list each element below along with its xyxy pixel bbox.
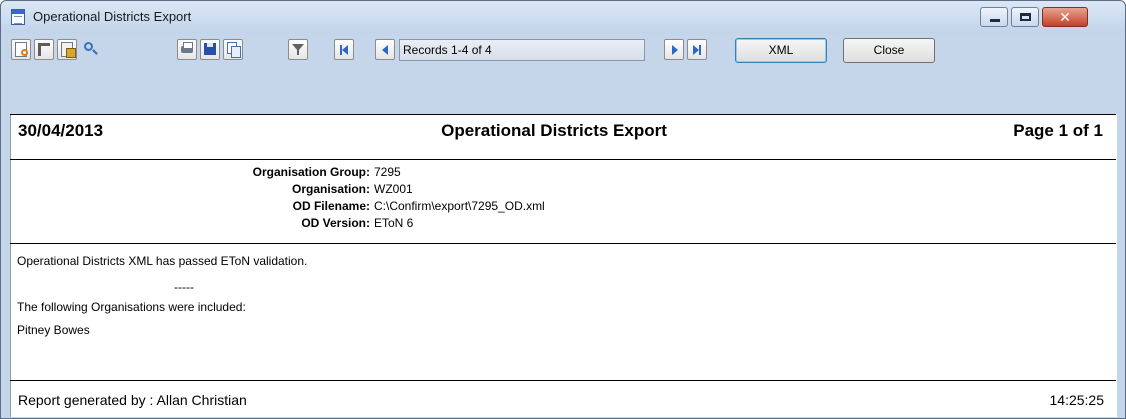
minimize-button[interactable] (980, 7, 1008, 27)
xml-button[interactable]: XML (735, 38, 827, 63)
organisation-group-value: 7295 (374, 165, 401, 179)
od-version-value: EToN 6 (374, 216, 414, 230)
od-filename-value: C:\Confirm\export\7295_OD.xml (374, 199, 545, 213)
zoom-button[interactable] (80, 39, 100, 60)
separator-text: ----- (174, 280, 194, 294)
organisation-label: Organisation: (291, 182, 370, 196)
page-indicator: Page 1 of 1 (1013, 121, 1103, 140)
validation-message: Operational Districts XML has passed ETo… (17, 254, 308, 268)
header-divider (10, 159, 1116, 160)
maximize-icon (1020, 13, 1031, 21)
od-filename-label: OD Filename: (292, 199, 370, 213)
close-icon: ✕ (1059, 9, 1071, 25)
page-setup-button[interactable] (11, 39, 31, 60)
report-window-icon (11, 9, 25, 25)
window-title: Operational Districts Export (33, 9, 192, 24)
filter-button[interactable] (288, 39, 308, 60)
first-record-button[interactable] (334, 39, 354, 60)
print-button[interactable] (177, 39, 197, 60)
organisation-group-label: Organisation Group: (252, 165, 370, 179)
next-record-button[interactable] (664, 39, 684, 60)
minimize-icon (990, 19, 1000, 22)
print-preview-button[interactable] (57, 39, 77, 60)
info-divider (10, 243, 1116, 244)
maximize-button[interactable] (1011, 7, 1039, 27)
save-button[interactable] (200, 39, 220, 60)
copy-button[interactable] (223, 39, 243, 60)
ruler-button[interactable] (34, 39, 54, 60)
report-title: Operational Districts Export (441, 121, 667, 140)
toolbar: Records 1-4 of 4 XML Close (1, 33, 1125, 67)
record-counter: Records 1-4 of 4 (399, 39, 645, 61)
report-top-border (10, 114, 1116, 115)
footer-divider (10, 380, 1116, 381)
report-generated-by: Report generated by : Allan Christian (18, 392, 247, 408)
close-button[interactable]: Close (843, 38, 935, 63)
title-bar[interactable]: Operational Districts Export ✕ (1, 1, 1125, 33)
report-date: 30/04/2013 (18, 121, 104, 140)
organisation-value: WZ001 (374, 182, 413, 196)
window-close-button[interactable]: ✕ (1042, 7, 1088, 27)
previous-record-button[interactable] (375, 39, 395, 60)
included-heading: The following Organisations were include… (17, 300, 246, 314)
organisation-list-item: Pitney Bowes (17, 323, 90, 337)
report-time: 14:25:25 (1049, 392, 1105, 408)
od-version-label: OD Version: (301, 216, 370, 230)
last-record-button[interactable] (687, 39, 707, 60)
